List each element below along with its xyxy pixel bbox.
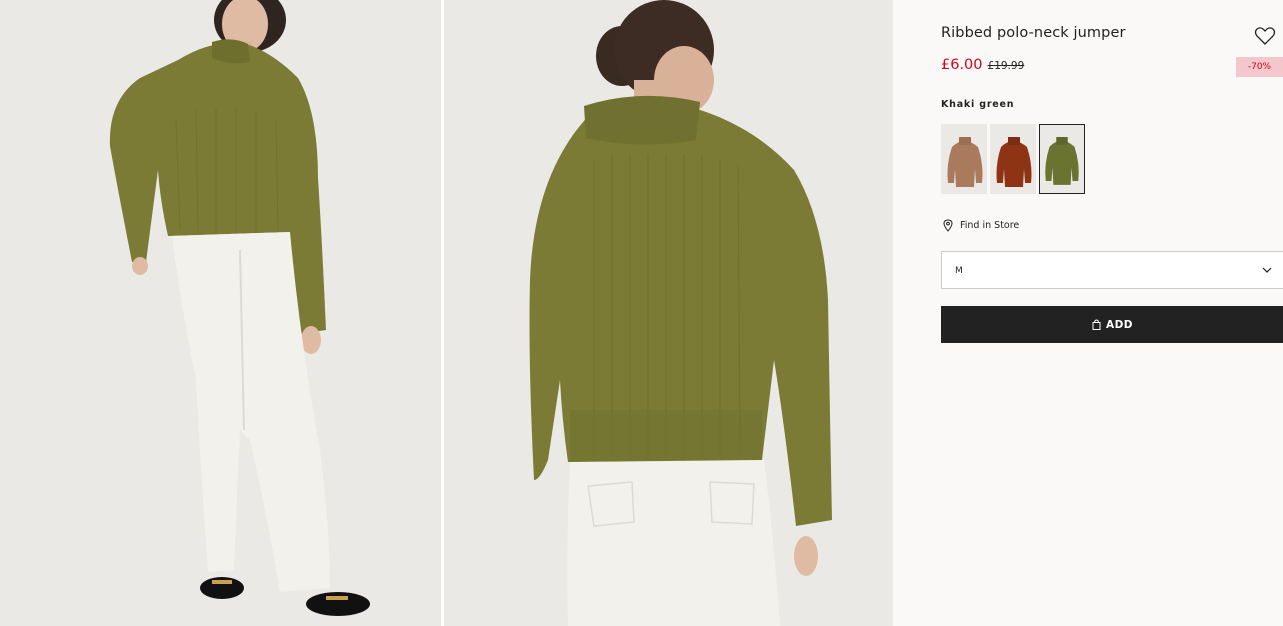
size-select[interactable]: M [941, 251, 1283, 289]
color-swatches [941, 124, 1085, 194]
product-title: Ribbed polo-neck jumper [941, 25, 1126, 41]
price-row: £6.00 £19.99 [941, 57, 1024, 73]
find-in-store-label: Find in Store [960, 220, 1020, 231]
add-to-bag-button[interactable]: ADD [941, 306, 1283, 343]
selected-color-name: Khaki green [941, 99, 1015, 110]
original-price: £19.99 [987, 60, 1025, 72]
heart-icon [1254, 27, 1276, 45]
product-details-panel: Ribbed polo-neck jumper £6.00 £19.99 -70… [893, 0, 1283, 626]
favorite-button[interactable] [1254, 26, 1276, 46]
color-swatch-beige[interactable] [941, 124, 987, 194]
size-select-value: M [955, 266, 963, 276]
product-gallery [0, 0, 893, 626]
sale-price: £6.00 [941, 57, 983, 73]
find-in-store-link[interactable]: Find in Store [943, 219, 1019, 232]
shopping-bag-icon [1092, 319, 1101, 330]
discount-badge: -70% [1236, 57, 1283, 77]
product-image-back[interactable] [444, 0, 893, 626]
product-image-front[interactable] [0, 0, 441, 626]
add-button-label: ADD [1105, 318, 1134, 331]
color-swatch-khaki-green[interactable] [1039, 124, 1085, 194]
chevron-down-icon [1262, 267, 1272, 273]
color-swatch-rust[interactable] [990, 124, 1036, 194]
location-pin-icon [943, 219, 953, 232]
